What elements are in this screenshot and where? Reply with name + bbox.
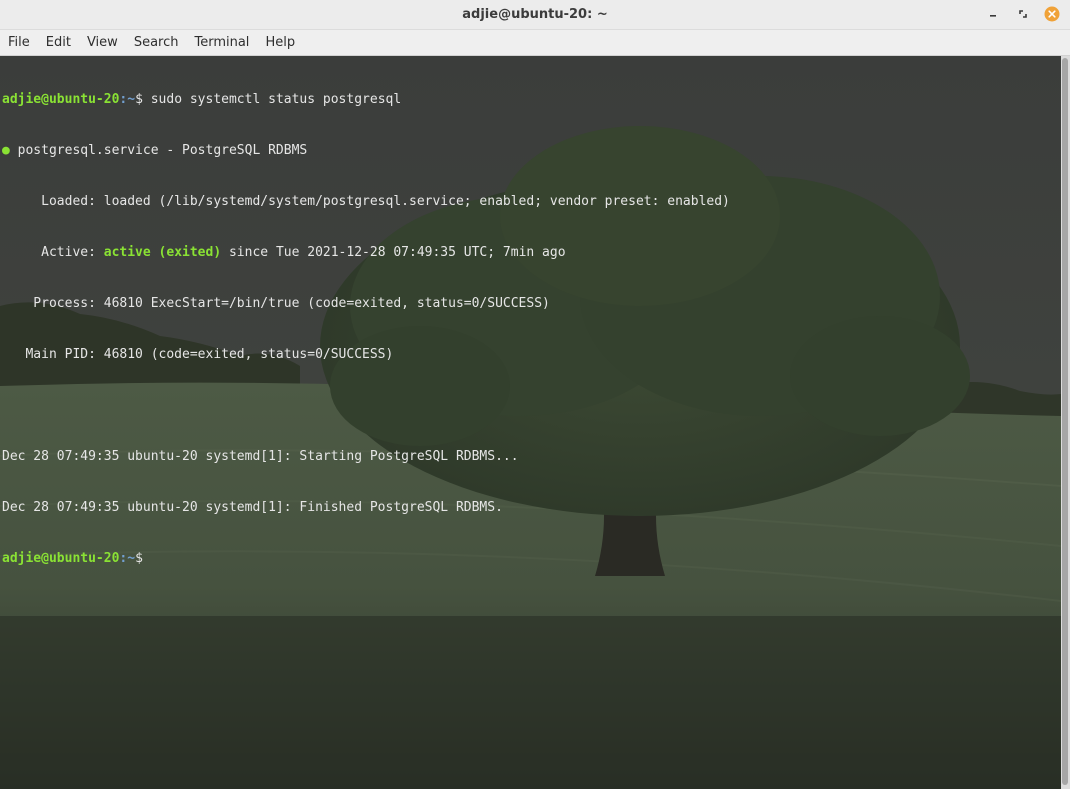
terminal-cursor [143, 550, 151, 565]
close-button[interactable] [1043, 5, 1061, 23]
active-line: Active: active (exited) since Tue 2021-1… [2, 244, 730, 261]
final-prompt-line: adjie@ubuntu-20:~$ [2, 550, 730, 567]
prompt-user-host: adjie@ubuntu-20 [2, 92, 120, 107]
minimize-icon [990, 15, 996, 17]
active-state: active (exited) [103, 245, 222, 260]
active-label: Active: [2, 245, 104, 260]
log-line: Dec 28 07:49:35 ubuntu-20 systemd[1]: St… [2, 449, 519, 464]
status-dot-icon: ● [2, 143, 10, 158]
prompt-path: :~ [119, 92, 136, 107]
main-pid-line: Main PID: 46810 (code=exited, status=0/S… [2, 347, 394, 362]
maximize-icon [1019, 10, 1027, 18]
minimize-button[interactable] [984, 5, 1002, 23]
menu-help[interactable]: Help [265, 31, 295, 55]
window-title: adjie@ubuntu-20: ~ [462, 7, 608, 22]
scrollbar[interactable] [1061, 56, 1070, 789]
title-bar[interactable]: adjie@ubuntu-20: ~ [0, 0, 1070, 30]
prompt-symbol: $ [135, 92, 143, 107]
menu-file[interactable]: File [8, 31, 30, 55]
menu-view[interactable]: View [87, 31, 118, 55]
log-line: Dec 28 07:49:35 ubuntu-20 systemd[1]: Fi… [2, 500, 503, 515]
final-prompt-user-host: adjie@ubuntu-20 [2, 551, 120, 566]
maximize-button[interactable] [1014, 5, 1032, 23]
menu-bar: File Edit View Search Terminal Help [0, 30, 1070, 56]
menu-search[interactable]: Search [134, 31, 179, 55]
terminal-window: adjie@ubuntu-20: ~ File Edit View Search… [0, 0, 1070, 789]
scrollbar-thumb[interactable] [1062, 58, 1068, 785]
terminal-area[interactable]: adjie@ubuntu-20:~$ sudo systemctl status… [0, 56, 1061, 789]
active-since: since Tue 2021-12-28 07:49:35 UTC; 7min … [221, 245, 566, 260]
process-line: Process: 46810 ExecStart=/bin/true (code… [2, 296, 550, 311]
command-text: sudo systemctl status postgresql [142, 92, 402, 107]
menu-edit[interactable]: Edit [46, 31, 71, 55]
final-prompt-path: :~ [119, 551, 136, 566]
loaded-line: Loaded: loaded (/lib/systemd/system/post… [2, 194, 730, 209]
close-icon [1044, 6, 1060, 22]
final-prompt-symbol: $ [135, 551, 143, 566]
terminal-output: adjie@ubuntu-20:~$ sudo systemctl status… [2, 57, 730, 601]
service-name: postgresql.service - PostgreSQL RDBMS [9, 143, 308, 158]
menu-terminal[interactable]: Terminal [194, 31, 249, 55]
command-line: adjie@ubuntu-20:~$ sudo systemctl status… [2, 91, 730, 108]
service-line: ● postgresql.service - PostgreSQL RDBMS [2, 142, 730, 159]
